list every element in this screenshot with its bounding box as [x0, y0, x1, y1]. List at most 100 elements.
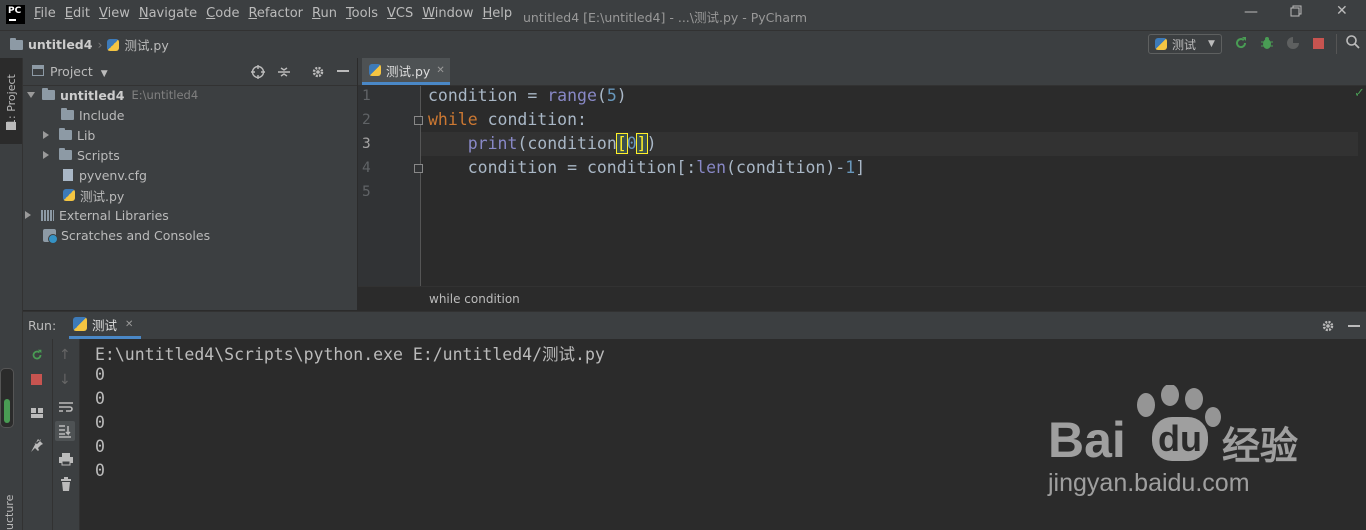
- code-line-3: print(condition[0]): [428, 133, 657, 154]
- breadcrumb-project[interactable]: untitled4: [28, 37, 92, 52]
- trash-icon[interactable]: [59, 476, 73, 491]
- project-view-icon: [32, 65, 44, 76]
- menu-code[interactable]: Code: [206, 6, 239, 21]
- layout-icon[interactable]: [30, 405, 44, 419]
- window-title: untitled4 [E:\untitled4] - ...\测试.py - P…: [523, 10, 808, 25]
- hide-panel-icon[interactable]: [337, 70, 349, 72]
- tree-item-test-py[interactable]: 测试.py: [63, 185, 124, 205]
- code-area[interactable]: condition = range(5) while condition: pr…: [358, 86, 1358, 286]
- project-panel-title: Project: [50, 64, 93, 79]
- hide-panel-icon[interactable]: [1348, 325, 1360, 327]
- close-icon[interactable]: ✕: [1336, 3, 1348, 19]
- menu-view[interactable]: View: [99, 6, 130, 21]
- tree-item-path: E:\untitled4: [131, 88, 199, 102]
- chevron-down-icon: ▼: [100, 69, 108, 79]
- memory-indicator[interactable]: [0, 368, 14, 428]
- expand-arrow-icon[interactable]: [43, 131, 49, 139]
- tree-item-label: 测试.py: [80, 188, 125, 204]
- code-token: condition = condition[:: [428, 158, 697, 177]
- expand-arrow-icon[interactable]: [25, 211, 31, 219]
- code-line-1: condition = range(5): [428, 86, 627, 105]
- gear-icon[interactable]: [311, 64, 325, 83]
- coverage-icon[interactable]: [1285, 35, 1301, 55]
- editor-breadcrumb[interactable]: while condition: [358, 286, 1366, 310]
- tree-item-label: Lib: [77, 127, 96, 143]
- chevron-right-icon: ›: [97, 37, 103, 52]
- rerun-icon[interactable]: [1233, 35, 1249, 55]
- pin-icon[interactable]: [30, 437, 44, 452]
- menu-navigate[interactable]: Navigate: [139, 6, 197, 21]
- run-tab-label: 测试: [92, 317, 118, 333]
- arrow-down-icon[interactable]: ↓: [59, 372, 73, 388]
- python-file-icon: [1155, 38, 1167, 50]
- folder-icon: [59, 128, 72, 140]
- code-token: (condition)-: [726, 158, 846, 177]
- gear-icon[interactable]: [1321, 318, 1335, 337]
- python-file-icon: [63, 189, 75, 201]
- tree-item-root[interactable]: untitled4 E:\untitled4: [27, 85, 198, 105]
- search-icon[interactable]: [1336, 34, 1361, 54]
- debug-icon[interactable]: [1259, 35, 1275, 55]
- menu-file[interactable]: File: [34, 6, 56, 21]
- code-token: [: [615, 133, 628, 154]
- run-tab[interactable]: 测试 ✕: [69, 312, 141, 339]
- console-line: 0: [95, 413, 105, 432]
- editor-scrollbar[interactable]: [1358, 94, 1366, 284]
- menu-window[interactable]: Window: [422, 6, 473, 21]
- menu-refactor[interactable]: Refactor: [248, 6, 303, 21]
- rerun-icon[interactable]: [30, 347, 44, 361]
- menu-run[interactable]: Run: [312, 6, 337, 21]
- project-tab-label: 1: Project: [5, 74, 18, 126]
- structure-tab-label[interactable]: ucture: [3, 495, 16, 530]
- menu-edit[interactable]: Edit: [65, 6, 90, 21]
- tree-item-external-libraries[interactable]: External Libraries: [23, 205, 169, 225]
- tree-item-label: Scratches and Consoles: [61, 227, 211, 243]
- folder-icon: [42, 88, 55, 100]
- soft-wrap-icon[interactable]: [58, 399, 73, 413]
- baidu-watermark: Bai du 经验 jingyan.baidu.com: [1040, 385, 1310, 505]
- tree-item-scratches[interactable]: Scratches and Consoles: [43, 225, 210, 245]
- tree-item-lib[interactable]: Lib: [41, 125, 95, 145]
- python-file-icon: [369, 64, 381, 76]
- tree-item-pyvenv[interactable]: pyvenv.cfg: [63, 165, 147, 185]
- tree-item-include[interactable]: Include: [61, 105, 125, 125]
- scroll-to-end-icon[interactable]: [55, 421, 75, 441]
- locate-icon[interactable]: [251, 64, 265, 83]
- stop-icon[interactable]: [1313, 38, 1324, 49]
- folder-icon: [59, 148, 72, 160]
- tree-item-label: Include: [79, 107, 125, 123]
- watermark-url: jingyan.baidu.com: [1048, 469, 1250, 497]
- close-tab-icon[interactable]: ✕: [436, 65, 444, 76]
- print-icon[interactable]: [58, 451, 73, 466]
- project-view-selector[interactable]: Project ▼: [50, 64, 108, 79]
- chevron-down-icon: ▼: [1208, 39, 1215, 49]
- breadcrumb: untitled4 › 测试.py: [10, 35, 169, 54]
- memory-fill: [4, 399, 10, 423]
- menu-bar: File Edit View Navigate Code Refactor Ru…: [34, 6, 521, 21]
- expand-arrow-icon[interactable]: [27, 92, 35, 98]
- tree-item-scripts[interactable]: Scripts: [41, 145, 120, 165]
- stop-icon[interactable]: [31, 374, 42, 385]
- folder-icon: [6, 122, 16, 130]
- library-icon: [41, 209, 54, 221]
- menu-help[interactable]: Help: [483, 6, 513, 21]
- restore-icon[interactable]: [1290, 5, 1302, 21]
- close-tab-icon[interactable]: ✕: [125, 319, 133, 330]
- collapse-all-icon[interactable]: [277, 64, 291, 83]
- editor-tab-bar: 测试.py ✕: [358, 58, 1366, 86]
- menu-tools[interactable]: Tools: [346, 6, 378, 21]
- arrow-up-icon[interactable]: ↑: [59, 347, 73, 363]
- folder-icon: [61, 108, 74, 120]
- expand-arrow-icon[interactable]: [43, 151, 49, 159]
- breadcrumb-file[interactable]: 测试.py: [124, 35, 168, 54]
- menu-vcs[interactable]: VCS: [387, 6, 413, 21]
- project-tool-tab[interactable]: 1: Project: [0, 58, 22, 144]
- minimize-icon[interactable]: —: [1244, 4, 1258, 20]
- run-config-selector[interactable]: 测试 ▼: [1148, 34, 1222, 54]
- scratches-icon: [43, 228, 58, 244]
- python-file-icon: [73, 317, 87, 331]
- code-token: condition =: [428, 86, 548, 105]
- editor-tab-test-py[interactable]: 测试.py ✕: [362, 58, 450, 85]
- code-line-2: while condition:: [428, 110, 587, 129]
- code-token: (: [596, 86, 607, 105]
